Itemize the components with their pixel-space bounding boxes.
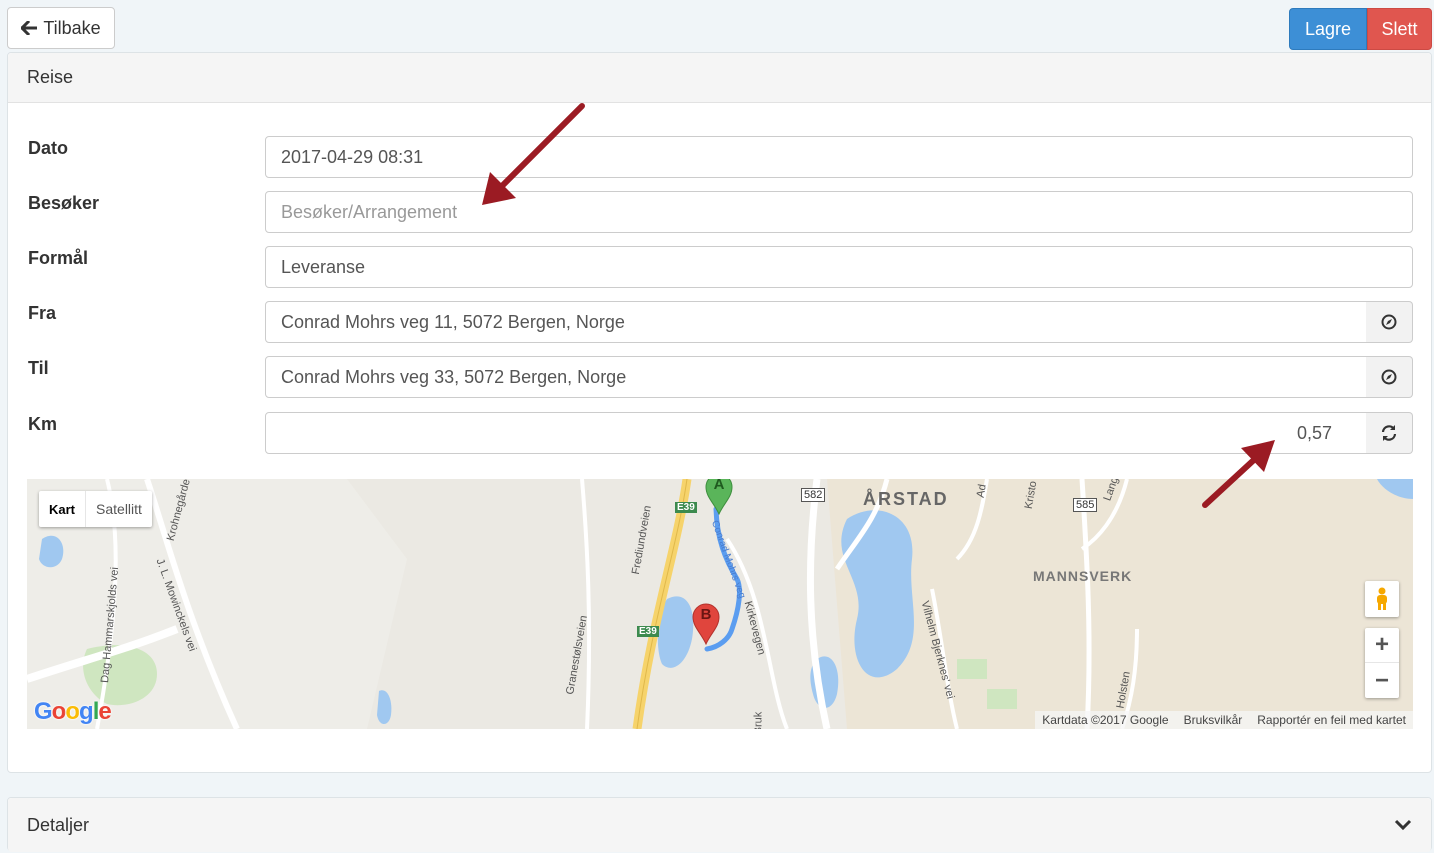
- map-attribution: Kartdata ©2017 Google Bruksvilkår Rappor…: [1035, 711, 1413, 729]
- map-data-credit: Kartdata ©2017 Google: [1042, 713, 1169, 727]
- arrow-left-icon: [21, 21, 38, 35]
- map-type-satellite-button[interactable]: Satellitt: [86, 491, 152, 527]
- terms-link[interactable]: Bruksvilkår: [1184, 713, 1243, 727]
- road-label-bruk: Bruk: [752, 711, 765, 729]
- details-panel-title: Detaljer: [27, 814, 90, 835]
- map-label-mannsverk: MANNSVERK: [1033, 568, 1133, 584]
- marker-b-label: B: [700, 606, 712, 623]
- compass-icon: [1381, 369, 1397, 385]
- marker-a[interactable]: A: [704, 479, 734, 516]
- to-input[interactable]: [265, 356, 1367, 398]
- zoom-out-button[interactable]: −: [1365, 663, 1399, 698]
- km-label: Km: [28, 414, 58, 434]
- compass-icon: [1381, 314, 1397, 330]
- road-shield-e39-top: E39: [675, 502, 697, 513]
- map-type-control: Kart Satellitt: [39, 491, 152, 527]
- zoom-out-label: −: [1374, 666, 1389, 694]
- recalculate-button[interactable]: [1366, 412, 1413, 454]
- road-shield-585: 585: [1073, 498, 1098, 512]
- save-button[interactable]: Lagre: [1289, 8, 1367, 50]
- back-button-label: Tilbake: [43, 17, 101, 38]
- trip-panel: Reise Dato Besøker Formål Fra Til Km: [7, 52, 1432, 773]
- to-label: Til: [28, 358, 49, 378]
- report-error-link[interactable]: Rapportér en feil med kartet: [1257, 713, 1406, 727]
- date-label: Dato: [28, 138, 68, 158]
- from-label: Fra: [28, 303, 57, 323]
- marker-b[interactable]: B: [691, 603, 721, 646]
- route-map[interactable]: ÅRSTAD MANNSVERK 582 585 E39 E39 Frediun…: [27, 479, 1413, 729]
- map-label-arstad: ÅRSTAD: [863, 489, 949, 509]
- trip-panel-title: Reise: [27, 67, 74, 87]
- back-button[interactable]: Tilbake: [7, 7, 115, 49]
- marker-a-label: A: [713, 479, 725, 493]
- from-locate-button[interactable]: [1366, 301, 1413, 343]
- google-logo[interactable]: Google: [34, 698, 112, 726]
- pegman-icon: [1374, 587, 1390, 611]
- purpose-input[interactable]: [265, 246, 1413, 288]
- delete-button[interactable]: Slett: [1367, 8, 1432, 50]
- from-input[interactable]: [265, 301, 1367, 343]
- trip-panel-heading: Reise: [8, 53, 1431, 103]
- details-panel[interactable]: Detaljer: [7, 797, 1432, 852]
- purpose-label: Formål: [28, 248, 89, 268]
- road-shield-582: 582: [801, 488, 826, 502]
- map-type-kart-button[interactable]: Kart: [39, 491, 87, 527]
- details-panel-heading[interactable]: Detaljer: [8, 798, 1431, 852]
- refresh-icon: [1380, 424, 1398, 442]
- date-input[interactable]: [265, 136, 1413, 178]
- zoom-in-button[interactable]: +: [1365, 628, 1399, 663]
- visitor-label: Besøker: [28, 193, 100, 213]
- zoom-control: + −: [1365, 628, 1399, 698]
- to-locate-button[interactable]: [1366, 356, 1413, 398]
- street-view-button[interactable]: [1365, 581, 1399, 617]
- visitor-input[interactable]: [265, 191, 1413, 233]
- km-input[interactable]: [265, 412, 1367, 454]
- road-shield-e39-bottom: E39: [637, 626, 659, 637]
- chevron-down-icon: [1394, 819, 1412, 831]
- zoom-in-label: +: [1374, 631, 1389, 658]
- road-label-ad: Ad: [974, 483, 989, 499]
